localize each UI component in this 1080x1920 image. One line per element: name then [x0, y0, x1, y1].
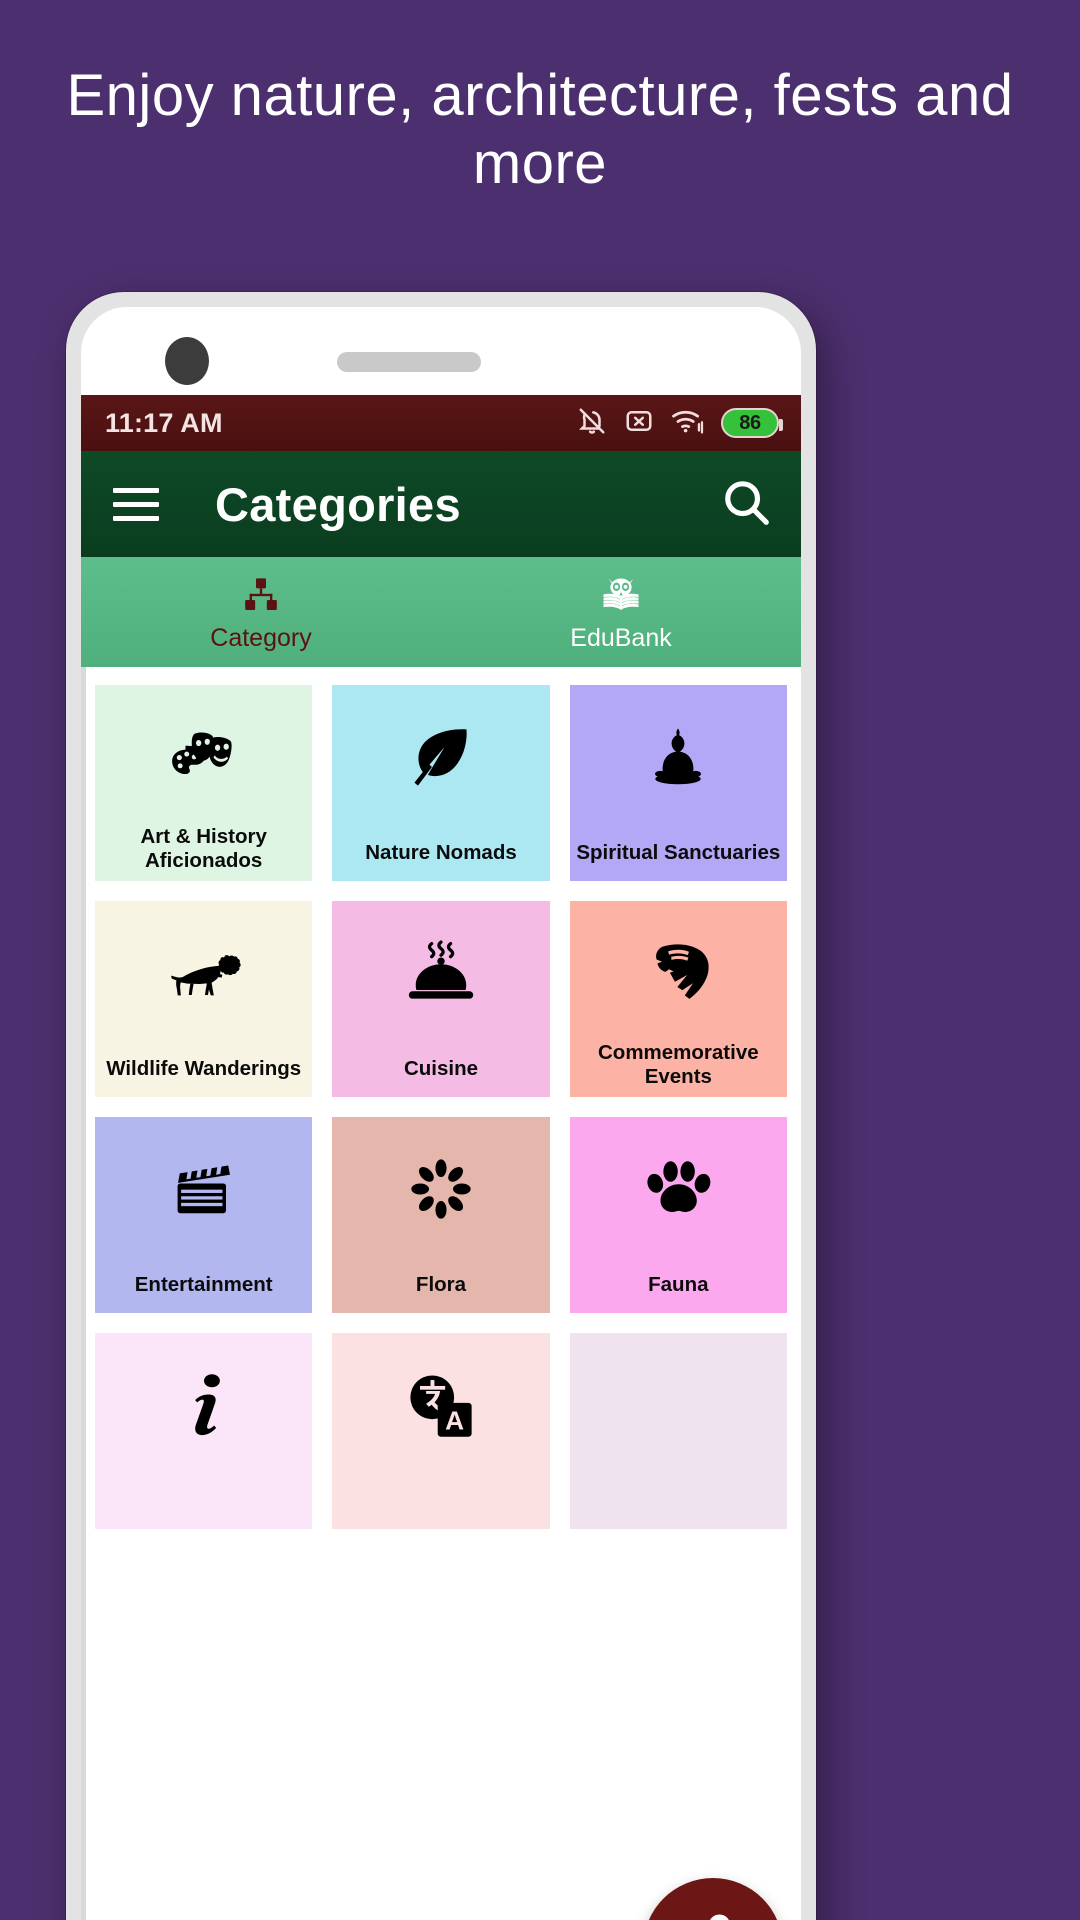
food-cloche-icon [332, 901, 549, 1045]
category-card-commemorative-events[interactable]: Commemorative Events [569, 901, 787, 1097]
clapperboard-icon [95, 1117, 312, 1261]
leaf-icon [332, 685, 549, 829]
tab-category[interactable]: Category [81, 557, 441, 667]
tab-edubank[interactable]: EduBank [441, 557, 801, 667]
tour-guide-fab[interactable] [643, 1878, 783, 1920]
notifications-off-icon [577, 405, 607, 442]
spartan-helmet-icon [570, 901, 787, 1045]
front-camera-icon [165, 337, 209, 385]
category-grid: Art & History Aficionados Nature Nomads [95, 685, 787, 1529]
category-card-label: Nature Nomads [365, 840, 517, 864]
placeholder-icon [570, 1333, 787, 1477]
promo-headline: Enjoy nature, architecture, fests and mo… [66, 63, 1014, 197]
tour-guide-icon [710, 1914, 729, 1920]
category-card-label: Flora [415, 1272, 467, 1296]
category-card-cuisine[interactable]: Cuisine [332, 901, 550, 1097]
phone-screen: 11:17 AM 86 Categories Category EduBank … [81, 307, 801, 1920]
category-card-nature-nomads[interactable]: Nature Nomads [332, 685, 550, 881]
tab-bar: Category EduBank [81, 557, 801, 667]
lion-icon [95, 901, 312, 1045]
category-card-translate[interactable]: A [332, 1333, 550, 1529]
hamburger-menu-icon[interactable] [113, 479, 159, 530]
wifi-icon [671, 407, 704, 440]
category-card-label: Cuisine [403, 1056, 479, 1080]
category-card-info[interactable] [95, 1333, 313, 1529]
page-title: Categories [215, 477, 461, 531]
category-grid-container: Art & History Aficionados Nature Nomads [81, 667, 801, 1920]
status-bar-icons: 86 [577, 405, 783, 442]
category-card-entertainment[interactable]: Entertainment [95, 1117, 313, 1313]
category-card-label: Spiritual Sanctuaries [576, 840, 781, 864]
category-card-label: Entertainment [134, 1272, 273, 1296]
category-card-label: Art & History Aficionados [140, 824, 267, 872]
tab-category-label: Category [210, 624, 312, 652]
category-card-flora[interactable]: Flora [332, 1117, 550, 1313]
status-bar-clock: 11:17 AM [105, 407, 223, 438]
scrollbar-track[interactable] [81, 667, 86, 1920]
battery-level-text: 86 [739, 411, 761, 434]
app-bar: Categories [81, 451, 801, 557]
tab-edubank-label: EduBank [570, 624, 672, 652]
earpiece-speaker [337, 352, 481, 372]
category-card-label: Fauna [648, 1272, 709, 1296]
buddha-icon [570, 685, 787, 829]
hierarchy-icon [240, 575, 282, 620]
phone-notch-row [81, 307, 801, 395]
owl-book-icon [598, 575, 644, 620]
status-bar: 11:17 AM 86 [81, 395, 801, 451]
category-card-art-history[interactable]: Art & History Aficionados [95, 685, 313, 881]
translate-icon: A [332, 1333, 549, 1477]
flower-icon [332, 1117, 549, 1261]
info-icon [95, 1333, 312, 1477]
search-icon[interactable] [719, 475, 773, 534]
category-card-spiritual-sanctuaries[interactable]: Spiritual Sanctuaries [569, 685, 787, 881]
battery-icon: 86 [721, 408, 783, 438]
sim-card-off-icon [624, 406, 654, 441]
svg-text:A: A [445, 1406, 464, 1436]
theater-masks-palette-icon [95, 685, 312, 829]
category-card-fauna[interactable]: Fauna [569, 1117, 787, 1313]
category-card-wildlife-wanderings[interactable]: Wildlife Wanderings [95, 901, 313, 1097]
category-card-label: Commemorative Events [598, 1040, 759, 1088]
category-card-extra[interactable] [569, 1333, 787, 1529]
phone-frame: 11:17 AM 86 Categories Category EduBank … [66, 292, 816, 1920]
category-card-label: Wildlife Wanderings [106, 1056, 302, 1080]
paw-print-icon [570, 1117, 787, 1261]
